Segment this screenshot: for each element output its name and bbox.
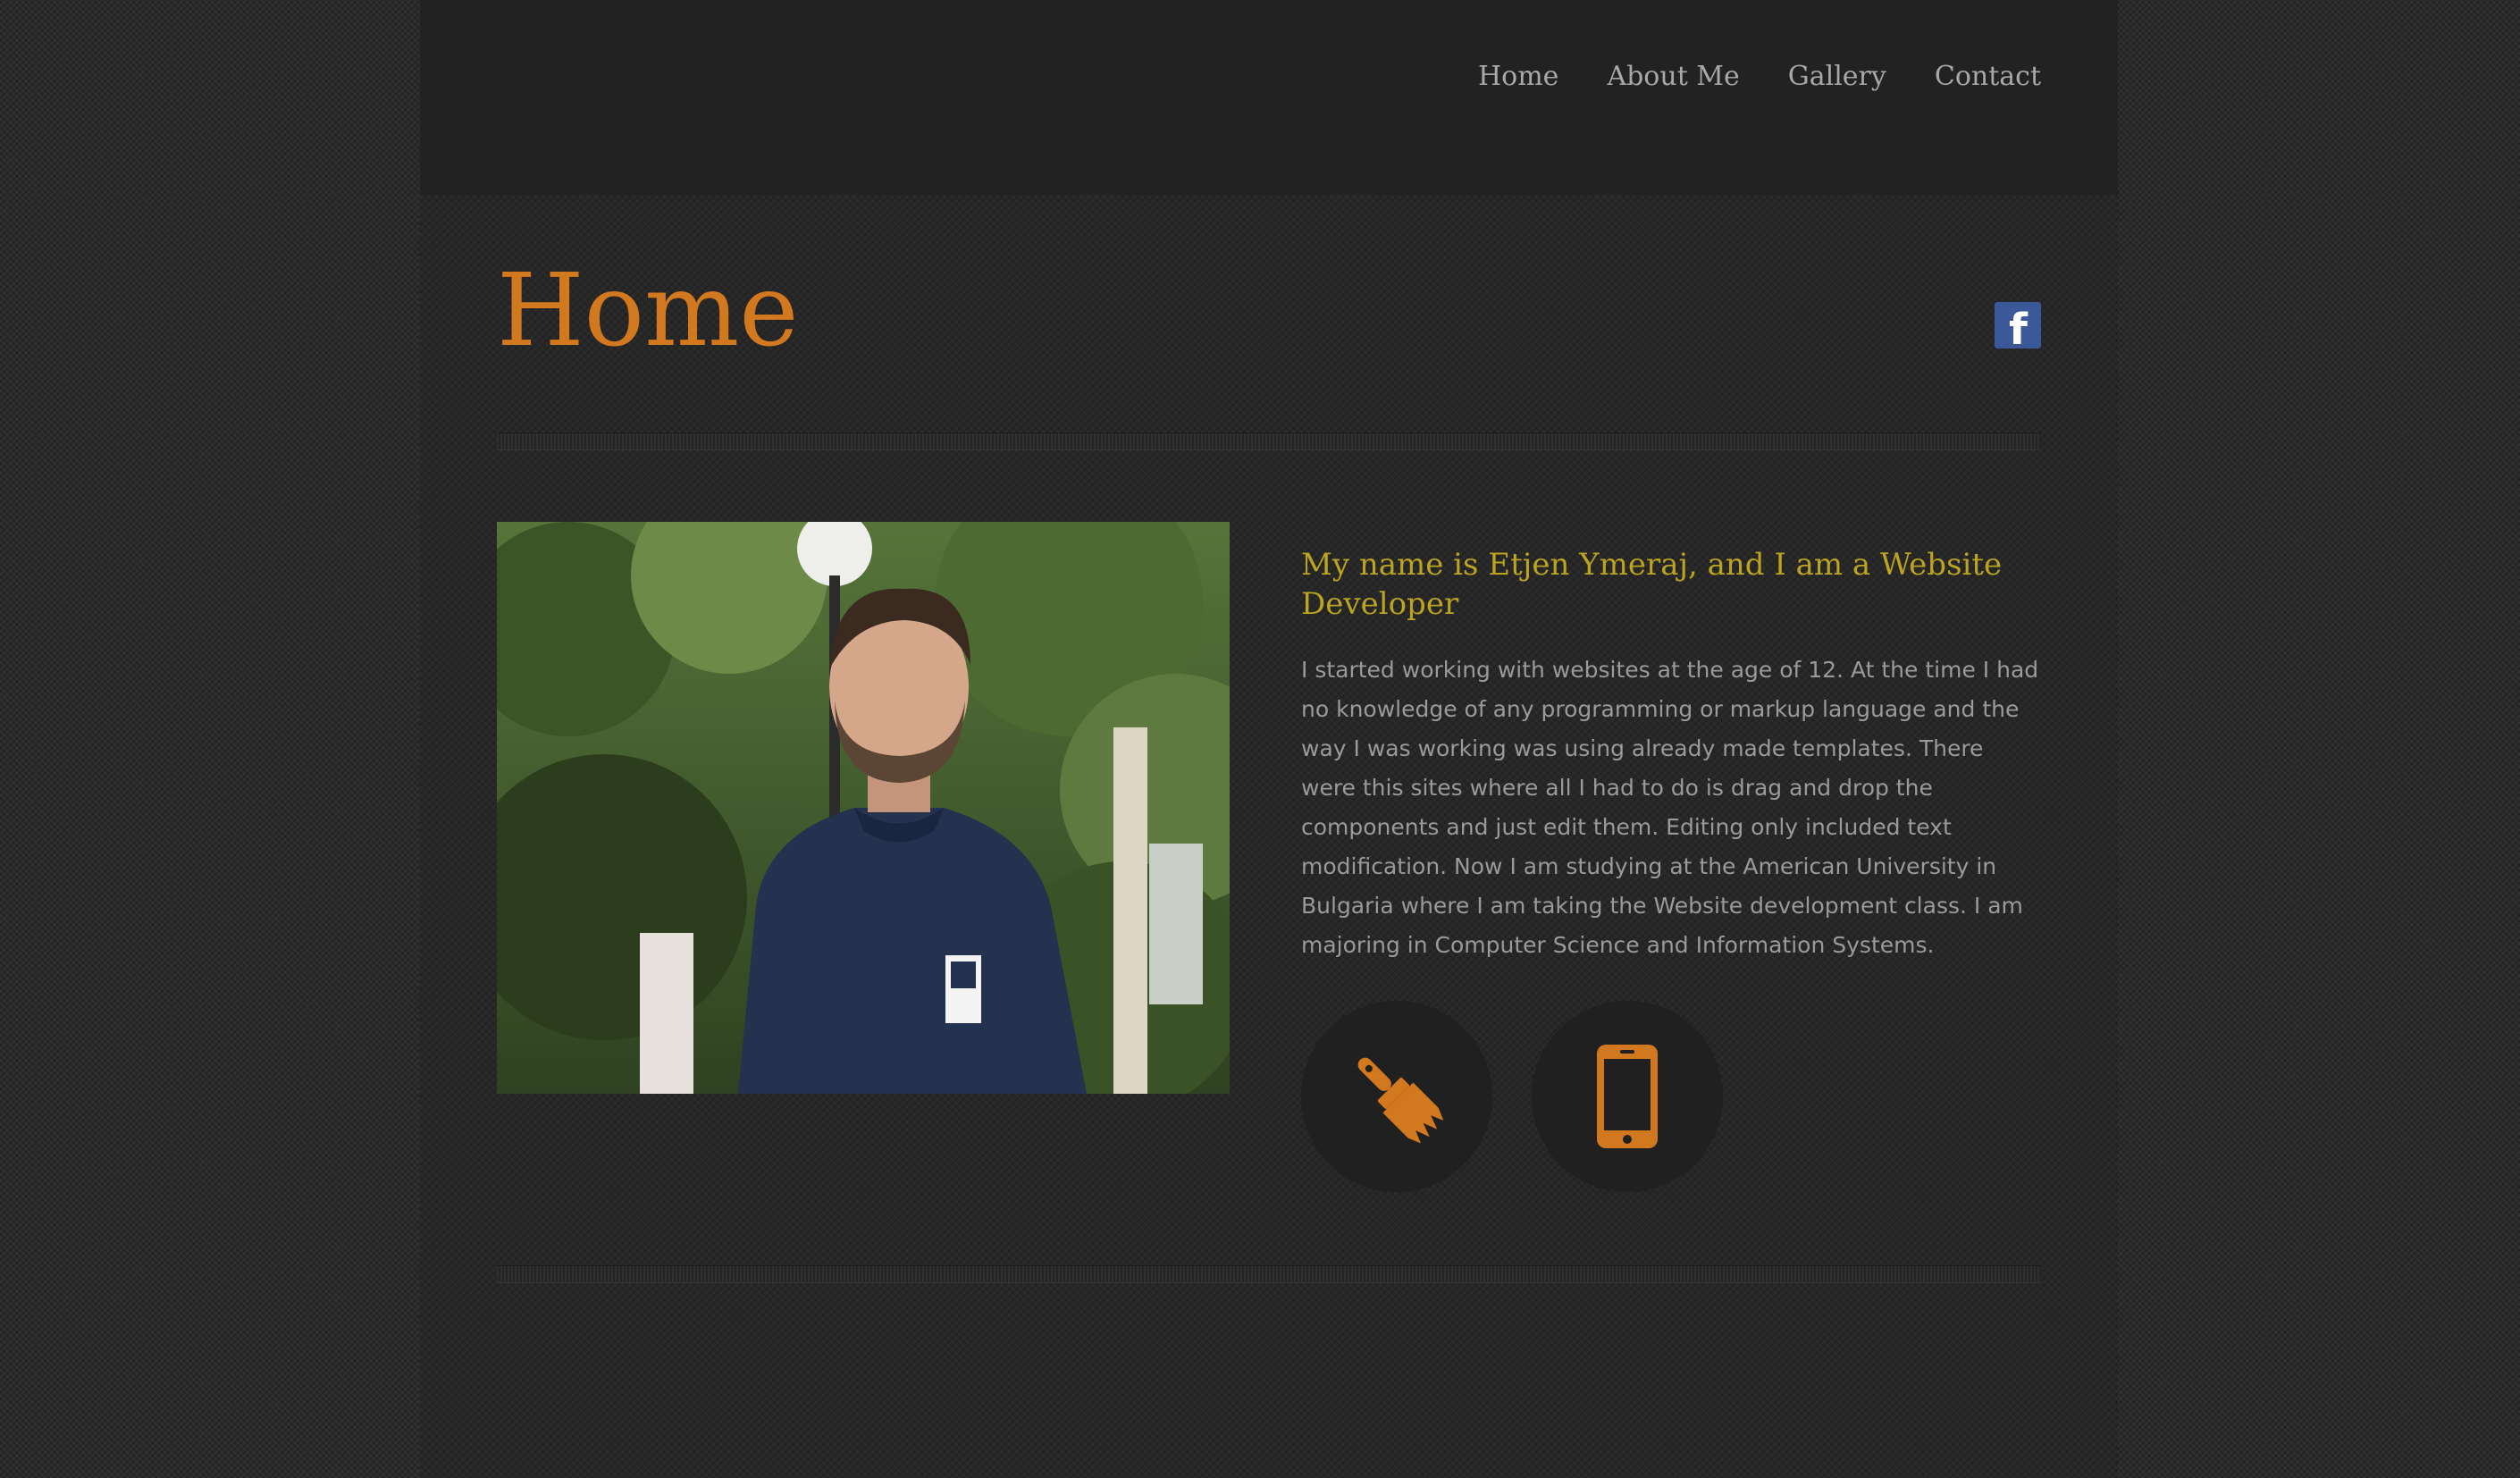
profile-photo-illustration: [497, 522, 1230, 1094]
smartphone-badge: [1532, 1001, 1723, 1192]
nav-home[interactable]: Home: [1478, 61, 1558, 92]
intro-heading: My name is Etjen Ymeraj, and I am a Webs…: [1301, 547, 2003, 622]
page-title: Home: [497, 253, 799, 369]
nav-contact[interactable]: Contact: [1935, 61, 2041, 92]
top-divider: [497, 432, 2041, 450]
intro-paragraph: I started working with websites at the a…: [1301, 657, 2039, 958]
profile-photo: [497, 522, 1230, 1094]
page-container: Home About Me Gallery Contact Home f My …: [420, 0, 2118, 1478]
main-nav: Home About Me Gallery Contact: [1478, 61, 2041, 92]
smartphone-icon: [1597, 1045, 1658, 1148]
facebook-glyph: f: [2009, 305, 2028, 349]
paintbrush-icon: [1357, 1057, 1444, 1144]
nav-gallery[interactable]: Gallery: [1788, 61, 1886, 92]
bottom-divider: [497, 1265, 2041, 1283]
nav-about-me[interactable]: About Me: [1607, 61, 1739, 92]
site-header: Home About Me Gallery Contact: [420, 0, 2118, 195]
paintbrush-badge: [1301, 1001, 1492, 1192]
facebook-icon[interactable]: f: [1995, 302, 2041, 349]
